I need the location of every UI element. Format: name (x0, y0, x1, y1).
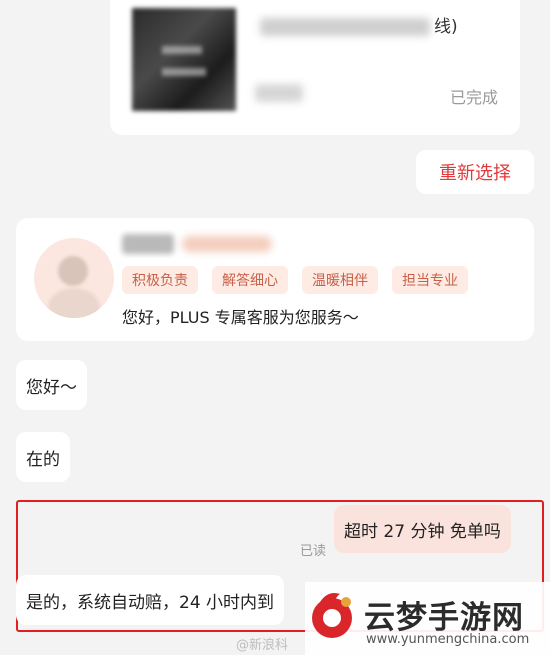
watermark-url: www.yunmengchina.com (366, 632, 530, 647)
order-status: 已完成 (450, 88, 499, 107)
outgoing-message: 超时 27 分钟 免单吗 (334, 505, 511, 553)
weibo-watermark: @新浪科 (236, 638, 289, 653)
order-subtitle-blurred (255, 84, 303, 102)
agent-tags: 积极负责 解答细心 温暖相伴 担当专业 (122, 266, 468, 294)
agent-tag: 担当专业 (392, 266, 468, 294)
agent-name-blurred (122, 234, 174, 254)
agent-tag: 温暖相伴 (302, 266, 378, 294)
order-title-suffix: 线) (434, 17, 458, 37)
incoming-message: 是的，系统自动赔，24 小时内到 (16, 575, 285, 625)
order-card[interactable]: 线) 已完成 (110, 0, 520, 135)
agent-greeting: 您好，PLUS 专属客服为您服务～ (122, 308, 359, 327)
agent-badge-blurred (182, 236, 272, 252)
agent-tag: 积极负责 (122, 266, 198, 294)
read-status: 已读 (300, 544, 327, 559)
incoming-message: 在的 (16, 432, 70, 482)
incoming-message: 您好～ (16, 360, 87, 410)
site-logo-icon (312, 593, 352, 638)
reselect-button[interactable]: 重新选择 (416, 150, 534, 194)
order-title-blurred (260, 18, 430, 36)
order-thumbnail (132, 8, 236, 111)
agent-tag: 解答细心 (212, 266, 288, 294)
order-title: 线) (260, 12, 458, 37)
agent-card: 积极负责 解答细心 温暖相伴 担当专业 您好，PLUS 专属客服为您服务～ (16, 218, 534, 341)
agent-avatar[interactable] (34, 238, 114, 318)
watermark-title: 云梦手游网 (364, 600, 524, 636)
